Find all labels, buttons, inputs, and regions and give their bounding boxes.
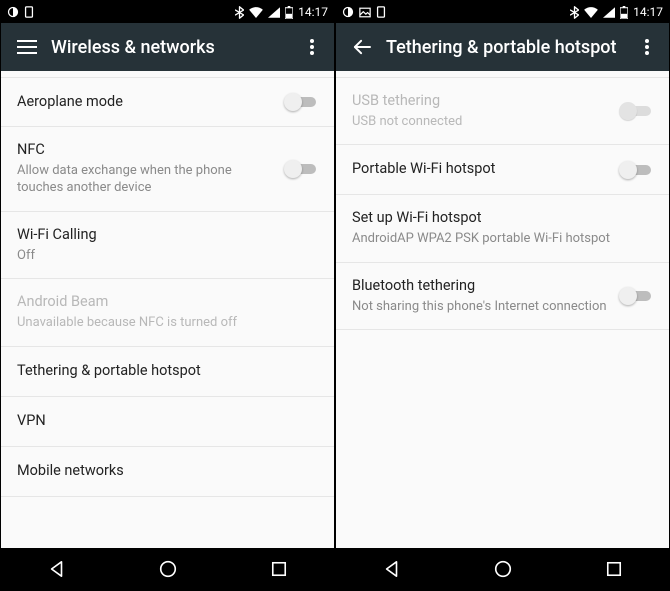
row-text: Wi-Fi Calling Off [17,226,318,264]
toggle-switch[interactable] [619,286,653,306]
row-subtitle: Off [17,247,318,265]
back-button[interactable] [362,548,422,590]
row-title: Wi-Fi Calling [17,226,318,245]
toggle-switch[interactable] [284,159,318,179]
setting-row-tethering-portable-hotspot[interactable]: Tethering & portable hotspot [1,347,334,397]
row-title: Portable Wi-Fi hotspot [352,160,609,179]
up-button[interactable] [346,39,378,55]
row-text: Set up Wi-Fi hotspot AndroidAP WPA2 PSK p… [352,209,653,247]
setting-row-wi-fi-calling[interactable]: Wi-Fi Calling Off [1,212,334,279]
settings-list: Aeroplane mode NFC Allow data exchange whe… [1,71,334,548]
row-title: NFC [17,141,274,160]
status-bar: 14:17 [1,1,334,23]
home-button[interactable] [473,548,533,590]
row-text: Tethering & portable hotspot [17,362,318,381]
row-text: Mobile networks [17,462,318,481]
setting-row-portable-wi-fi-hotspot[interactable]: Portable Wi-Fi hotspot [336,145,669,195]
action-bar: Wireless & networks [1,23,334,71]
navigation-bar [1,548,334,590]
row-title: VPN [17,412,318,431]
more-vert-icon [645,39,649,55]
navigation-bar [336,548,669,590]
row-text: VPN [17,412,318,431]
row-text: Aeroplane mode [17,93,274,112]
row-subtitle: USB not connected [352,113,609,131]
overflow-button[interactable] [635,39,659,55]
row-subtitle: Allow data exchange when the phone touch… [17,162,274,197]
more-vert-icon [310,39,314,55]
toggle-switch[interactable] [619,160,653,180]
row-title: Tethering & portable hotspot [17,362,318,381]
arrow-back-icon [352,39,372,55]
bluetooth-icon [235,6,244,19]
phone-left: 14:17 Wireless & networks Aeroplane mode… [1,1,334,590]
page-title: Tethering & portable hotspot [378,37,635,58]
wifi-icon [249,7,263,18]
row-title: Aeroplane mode [17,93,274,112]
row-text: USB tethering USB not connected [352,92,609,130]
setting-row-android-beam: Android Beam Unavailable because NFC is t… [1,279,334,346]
cell-signal-icon [603,7,615,18]
app-badge-icon [342,6,354,18]
hamburger-icon [17,40,37,54]
row-text: Bluetooth tethering Not sharing this phon… [352,277,609,315]
setting-row-usb-tethering: USB tethering USB not connected [336,77,669,145]
row-subtitle: AndroidAP WPA2 PSK portable Wi-Fi hotspo… [352,230,653,248]
action-bar: Tethering & portable hotspot [336,23,669,71]
toggle-switch[interactable] [284,92,318,112]
clock-text: 14:17 [633,5,663,19]
wifi-icon [584,7,598,18]
page-title: Wireless & networks [43,37,300,58]
setting-row-aeroplane-mode[interactable]: Aeroplane mode [1,77,334,127]
recent-button[interactable] [249,548,309,590]
setting-row-set-up-wi-fi-hotspot[interactable]: Set up Wi-Fi hotspot AndroidAP WPA2 PSK p… [336,195,669,262]
portrait-lock-icon [24,6,34,18]
setting-row-bluetooth-tethering[interactable]: Bluetooth tethering Not sharing this phon… [336,263,669,330]
home-button[interactable] [138,548,198,590]
row-title: USB tethering [352,92,609,111]
bluetooth-icon [570,6,579,19]
battery-icon [285,6,293,19]
row-title: Bluetooth tethering [352,277,609,296]
row-text: NFC Allow data exchange when the phone to… [17,141,274,197]
toggle-switch [619,101,653,121]
clock-text: 14:17 [298,5,328,19]
setting-row-vpn[interactable]: VPN [1,397,334,447]
phone-right: 14:17 Tethering & portable hotspot USB t… [336,1,669,590]
overflow-button[interactable] [300,39,324,55]
row-subtitle: Not sharing this phone's Internet connec… [352,298,609,316]
row-subtitle: Unavailable because NFC is turned off [17,314,318,332]
recent-button[interactable] [584,548,644,590]
battery-icon [620,6,628,19]
back-button[interactable] [27,548,87,590]
portrait-lock-icon [376,6,386,18]
row-text: Android Beam Unavailable because NFC is t… [17,293,318,331]
row-title: Android Beam [17,293,318,312]
app-badge-icon [7,6,19,18]
menu-button[interactable] [11,40,43,54]
setting-row-mobile-networks[interactable]: Mobile networks [1,447,334,497]
status-bar: 14:17 [336,1,669,23]
image-notif-icon [359,7,371,18]
settings-list: USB tethering USB not connected Portable W… [336,71,669,548]
row-title: Mobile networks [17,462,318,481]
row-title: Set up Wi-Fi hotspot [352,209,653,228]
setting-row-nfc[interactable]: NFC Allow data exchange when the phone to… [1,127,334,212]
cell-signal-icon [268,7,280,18]
row-text: Portable Wi-Fi hotspot [352,160,609,179]
